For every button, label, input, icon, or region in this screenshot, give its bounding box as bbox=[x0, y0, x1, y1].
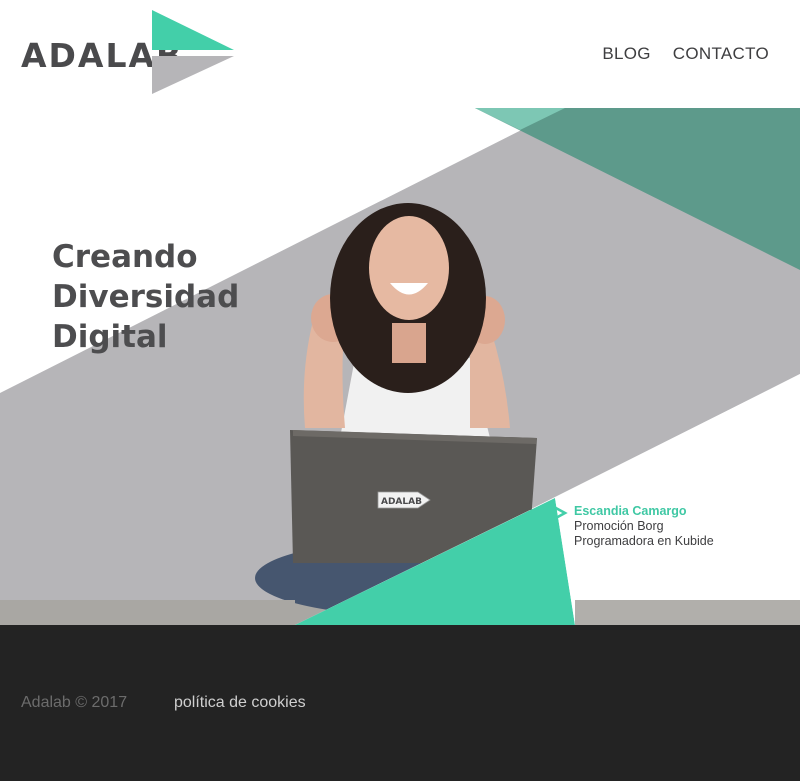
laptop-sticker-text: ADALAB bbox=[381, 497, 422, 507]
hero-title-line-2: Diversidad bbox=[52, 279, 240, 315]
nav-blog-link[interactable]: BLOG bbox=[602, 44, 650, 64]
hero-title-line-3: Digital bbox=[52, 319, 168, 355]
testimonial-name: Escandia Camargo bbox=[574, 504, 687, 518]
hero-title-line-1: Creando bbox=[52, 239, 198, 275]
hero-title: Creando Diversidad Digital bbox=[52, 237, 239, 357]
main-nav: BLOG CONTACTO bbox=[602, 44, 769, 64]
logo-arrow-icon bbox=[152, 10, 234, 94]
testimonial-role: Programadora en Kubide bbox=[574, 534, 714, 548]
footer-copyright: Adalab © 2017 bbox=[21, 694, 128, 711]
testimonial-promotion: Promoción Borg bbox=[574, 519, 664, 533]
nav-contacto-link[interactable]: CONTACTO bbox=[673, 44, 769, 64]
adalab-logo[interactable]: ADALAB bbox=[20, 10, 240, 96]
chevron-right-icon bbox=[553, 505, 568, 521]
site-header: ADALAB BLOG CONTACTO bbox=[0, 0, 800, 108]
hero-section: ADALAB Creando Diversidad Digital Escand… bbox=[0, 108, 800, 625]
cookies-policy-link[interactable]: política de cookies bbox=[174, 694, 306, 712]
site-footer: Adalab © 2017 política de cookies bbox=[0, 625, 800, 781]
